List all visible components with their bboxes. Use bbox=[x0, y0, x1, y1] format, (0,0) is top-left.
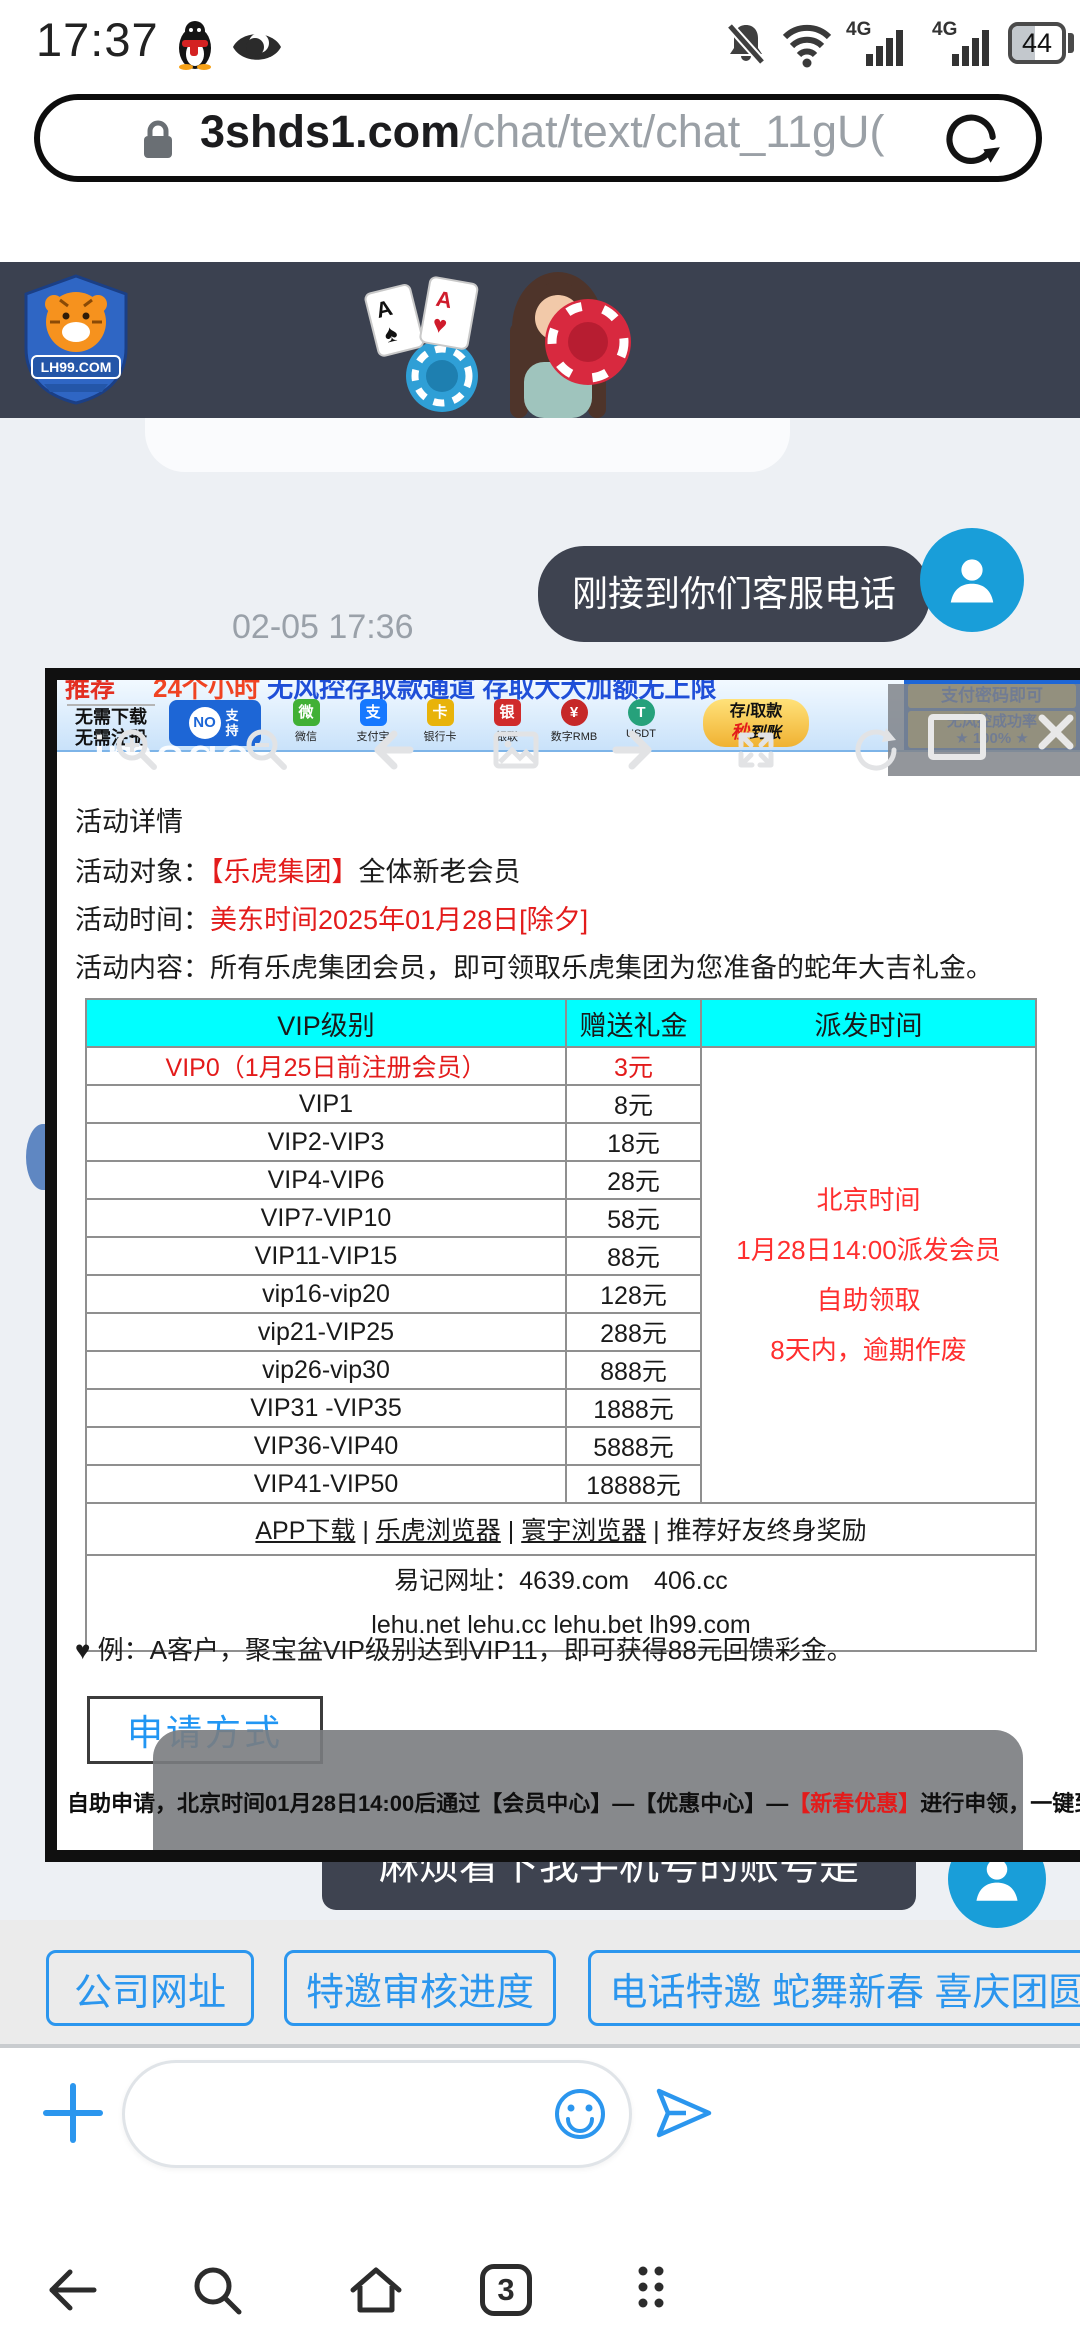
payout-time-cell: 北京时间 1月28日14:00派发会员 自助领取 8天内，逾期作废 bbox=[701, 1047, 1036, 1503]
next-arrow-icon[interactable] bbox=[606, 722, 662, 778]
quick-reply-phone-invite[interactable]: 电话特邀 蛇舞新春 喜庆团圆 bbox=[588, 1950, 1080, 2026]
previous-bubble-remnant bbox=[145, 418, 790, 472]
battery-percent: 44 bbox=[1012, 26, 1062, 60]
plus-icon[interactable] bbox=[40, 2080, 106, 2146]
qq-icon bbox=[172, 18, 218, 70]
easy-url-line-1: 易记网址：4639.com 406.cc bbox=[87, 1559, 1035, 1603]
promo-tag: 推荐 bbox=[65, 680, 115, 705]
huanyu-browser-link[interactable]: 寰宇浏览器 bbox=[521, 1517, 646, 1545]
lehu-browser-link[interactable]: 乐虎浏览器 bbox=[376, 1517, 501, 1545]
user-avatar bbox=[920, 528, 1024, 632]
table-header-row: VIP级别 赠送礼金 派发时间 bbox=[86, 999, 1036, 1047]
search-icon[interactable] bbox=[185, 2258, 249, 2322]
digital-rmb-icon: ¥ bbox=[561, 699, 588, 726]
example-line: ♥ 例：A客户，聚宝盆VIP级别达到VIP11，即可获得88元回馈彩金。 bbox=[75, 1630, 853, 1667]
home-icon[interactable] bbox=[344, 2258, 408, 2322]
app-download-link[interactable]: APP下载 bbox=[255, 1517, 355, 1545]
phone-screen: 17:37 4G 4G 44 bbox=[0, 0, 1080, 2340]
battery-nub bbox=[1068, 33, 1074, 53]
message-timestamp: 02-05 17:36 bbox=[232, 608, 414, 647]
referral-link[interactable]: 推荐好友终身奖励 bbox=[667, 1517, 867, 1545]
signal-4g-icon: 4G bbox=[932, 18, 996, 66]
promo-content-line: 活动内容：所有乐虎集团会员，即可领取乐虎集团为您准备的蛇年大吉礼金。 bbox=[75, 946, 993, 985]
promo-time-line: 活动时间：美东时间2025年01月28日[除夕] bbox=[75, 898, 588, 937]
maximize-icon[interactable] bbox=[928, 714, 986, 760]
prev-arrow-icon[interactable] bbox=[364, 722, 420, 778]
wifi-icon bbox=[780, 22, 834, 68]
quick-reply-review-progress[interactable]: 特邀审核进度 bbox=[284, 1950, 556, 2026]
eye-icon bbox=[230, 26, 284, 68]
bank-card-icon: 卡 bbox=[427, 699, 454, 726]
clock: 17:37 bbox=[36, 12, 159, 67]
url-path: /chat/text/chat_11gU( bbox=[460, 106, 884, 157]
menu-dots-icon[interactable] bbox=[619, 2258, 683, 2322]
svg-text:LH99.COM: LH99.COM bbox=[41, 359, 112, 375]
viewer-window-controls bbox=[888, 684, 1080, 776]
tab-count: 3 bbox=[497, 2272, 514, 2308]
tabs-icon[interactable]: 3 bbox=[480, 2264, 532, 2316]
image-viewer-overlay[interactable]: 推荐 24个小时 无风控存取款通道 存取大大加额无上限 无需下载无需注册 NO … bbox=[45, 668, 1080, 1862]
zoom-in-icon[interactable] bbox=[108, 722, 164, 778]
rotate-icon[interactable] bbox=[848, 722, 904, 778]
outgoing-message-bubble: 刚接到你们客服电话 bbox=[538, 546, 930, 642]
fullscreen-icon[interactable] bbox=[728, 722, 784, 778]
person-icon bbox=[942, 550, 1002, 610]
url-domain: 3shds1.com bbox=[200, 106, 460, 157]
refresh-icon[interactable] bbox=[938, 106, 1004, 172]
payment-method: ¥数字RMB bbox=[545, 699, 603, 744]
emoji-icon[interactable] bbox=[552, 2086, 608, 2142]
zoom-out-icon[interactable] bbox=[238, 722, 294, 778]
quick-reply-company-url[interactable]: 公司网址 bbox=[46, 1950, 254, 2026]
table-row: VIP0（1月25日前注册会员）3元 北京时间 1月28日14:00派发会员 自… bbox=[86, 1047, 1036, 1085]
url-text[interactable]: 3shds1.com/chat/text/chat_11gU( bbox=[200, 106, 930, 158]
svg-text:4G: 4G bbox=[932, 19, 957, 40]
promo-target-line: 活动对象：【乐虎集团】全体新老会员 bbox=[75, 850, 521, 889]
tiger-logo: LH99.COM bbox=[20, 272, 132, 406]
lock-icon bbox=[138, 116, 178, 162]
promo-details-title: 活动详情 bbox=[75, 800, 183, 839]
links-row: APP下载 | 乐虎浏览器 | 寰宇浏览器 | 推荐好友终身奖励 bbox=[86, 1503, 1036, 1555]
send-icon[interactable] bbox=[652, 2082, 716, 2146]
svg-text:4G: 4G bbox=[846, 19, 871, 40]
back-icon[interactable] bbox=[40, 2258, 104, 2322]
signal-4g-icon: 4G bbox=[846, 18, 910, 66]
image-icon[interactable] bbox=[488, 722, 544, 778]
red-chip-graphic bbox=[542, 296, 634, 388]
battery-icon: 44 bbox=[1008, 22, 1066, 64]
bell-muted-icon bbox=[722, 20, 770, 68]
casino-ad-banner[interactable]: LH99.COM 乐虎集团 LH99.COM A ♠ A ♥ bbox=[0, 262, 1080, 418]
vip-gift-table: VIP级别 赠送礼金 派发时间 VIP0（1月25日前注册会员）3元 北京时间 … bbox=[85, 998, 1037, 1652]
close-icon[interactable] bbox=[1034, 710, 1078, 754]
self-apply-note: 自助申请，北京时间01月28日14:00后通过【会员中心】—【优惠中心】—【新春… bbox=[67, 1786, 1080, 1818]
wechat-pay-icon: 微 bbox=[293, 699, 320, 726]
